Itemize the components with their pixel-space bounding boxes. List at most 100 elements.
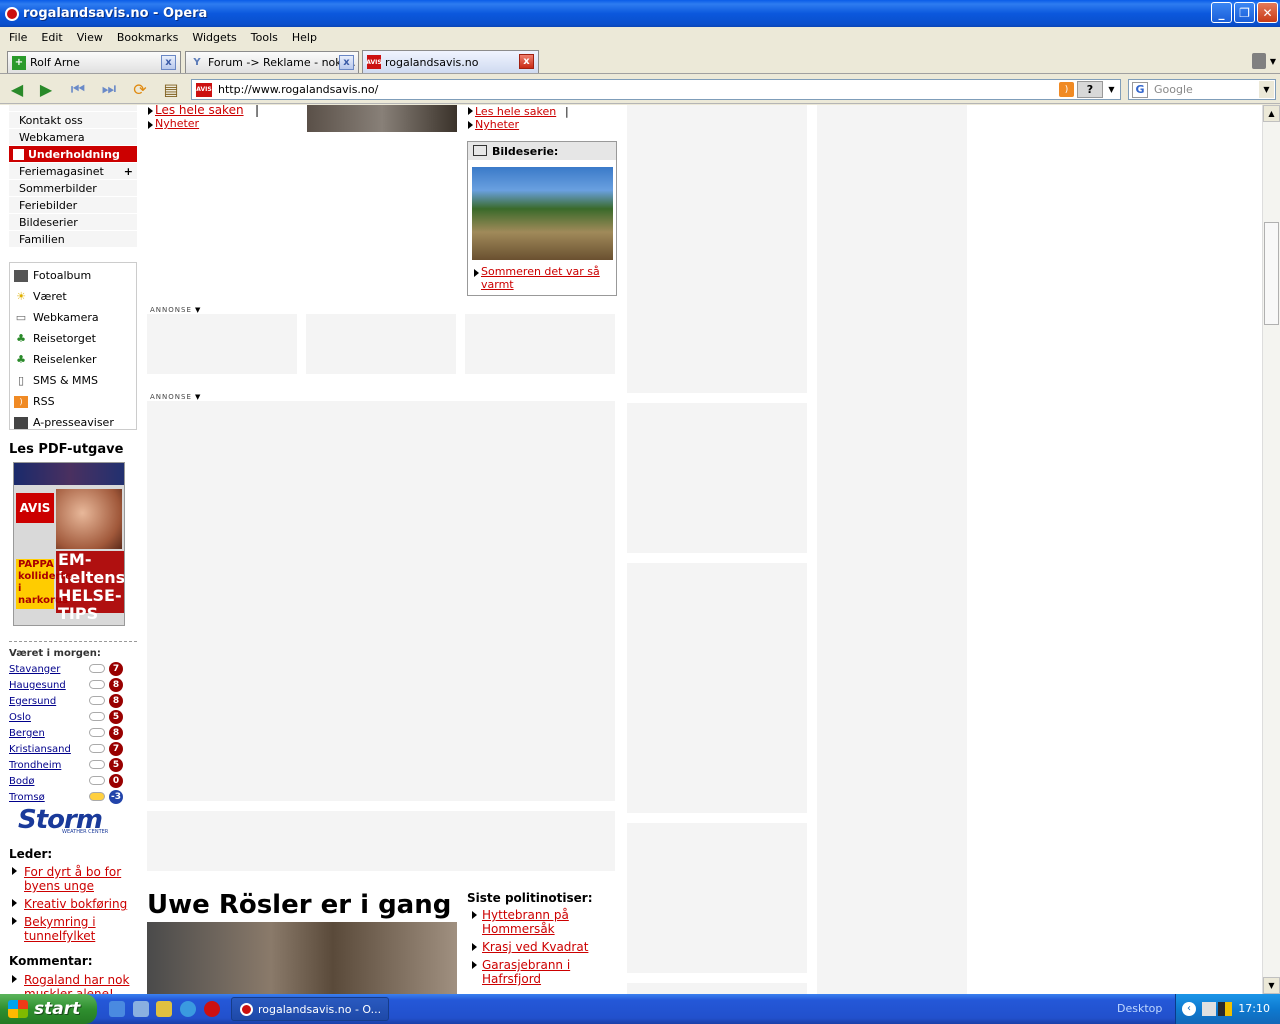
weather-city-link[interactable]: Stavanger xyxy=(9,664,60,675)
nav-item-feriebilder[interactable]: Feriebilder xyxy=(9,197,137,214)
scroll-up-icon[interactable]: ▲ xyxy=(1263,105,1280,122)
chevron-down-icon[interactable]: ▼ xyxy=(1270,57,1276,66)
weather-city-link[interactable]: Trondheim xyxy=(9,760,61,771)
nav-section-underholdning[interactable]: Underholdning xyxy=(9,146,137,163)
politi-link[interactable]: Garasjebrann i Hafrsfjord xyxy=(482,958,592,986)
ad-banner-large[interactable] xyxy=(147,401,615,801)
leder-link[interactable]: For dyrt å bo for byens unge xyxy=(24,865,134,893)
menu-bookmarks[interactable]: Bookmarks xyxy=(110,31,185,44)
security-icon[interactable] xyxy=(1218,1002,1232,1016)
opera-icon[interactable] xyxy=(204,1001,220,1017)
chevron-down-icon[interactable]: ▼ xyxy=(1104,81,1119,98)
tab-rogalandsavis[interactable]: AVIS rogalandsavis.no x xyxy=(362,50,539,73)
plus-icon[interactable]: + xyxy=(124,165,133,178)
minimize-button[interactable]: _ xyxy=(1211,2,1232,23)
right-ad-slot[interactable] xyxy=(627,823,807,973)
show-desktop-icon[interactable] xyxy=(109,1001,125,1017)
link-webkamera[interactable]: ▭ Webkamera xyxy=(10,307,136,328)
nav-item-bildeserier[interactable]: Bildeserier xyxy=(9,214,137,231)
weather-city-link[interactable]: Bergen xyxy=(9,728,45,739)
skyscraper-ad[interactable] xyxy=(817,105,967,994)
kommentar-link[interactable]: Rogaland har nok muskler alene! xyxy=(24,973,139,994)
les-hele-saken-link[interactable]: Les hele saken xyxy=(475,105,556,118)
politi-link[interactable]: Hyttebrann på Hommersåk xyxy=(482,908,602,936)
nav-item-sommerbilder[interactable]: Sommerbilder xyxy=(9,180,137,197)
menu-widgets[interactable]: Widgets xyxy=(185,31,243,44)
link-reisetorget[interactable]: ♣ Reisetorget xyxy=(10,328,136,349)
ad-slot[interactable] xyxy=(147,314,297,374)
les-hele-saken-link[interactable]: Les hele saken xyxy=(155,105,244,117)
close-button[interactable]: ✕ xyxy=(1257,2,1278,23)
weather-city-link[interactable]: Egersund xyxy=(9,696,56,707)
tab-rolf-arne[interactable]: + Rolf Arne x xyxy=(7,51,181,73)
pdf-cover-image[interactable]: AVIS EM-heltens HELSE-TIPS PAPPA kollide… xyxy=(13,462,125,626)
rss-icon[interactable]: ) xyxy=(1059,82,1074,97)
right-ad-slot[interactable] xyxy=(627,983,807,994)
right-ad-slot[interactable] xyxy=(627,563,807,813)
weather-city-link[interactable]: Tromsø xyxy=(9,792,45,803)
nav-item-kontakt[interactable]: Kontakt oss xyxy=(9,112,137,129)
maximize-button[interactable]: ❐ xyxy=(1234,2,1255,23)
start-button[interactable]: start xyxy=(0,994,97,1024)
chevron-down-icon[interactable]: ▼ xyxy=(195,393,200,401)
nav-item-familien[interactable]: Familien xyxy=(9,231,137,248)
address-input[interactable]: AVIS http://www.rogalandsavis.no/ xyxy=(191,79,1121,100)
menu-view[interactable]: View xyxy=(70,31,110,44)
chevron-left-icon[interactable]: ‹ xyxy=(1182,1002,1196,1016)
scroll-down-icon[interactable]: ▼ xyxy=(1263,977,1280,994)
network-icon[interactable] xyxy=(1202,1002,1216,1016)
bildeserie-link[interactable]: Sommeren det var så varmt xyxy=(481,265,615,291)
tab-forum[interactable]: Y Forum -> Reklame - nok ... x xyxy=(185,51,359,73)
leder-link[interactable]: Bekymring i tunnelfylket xyxy=(24,915,124,943)
reload-icon[interactable]: ⟳ xyxy=(129,79,151,99)
ad-slot[interactable] xyxy=(465,314,615,374)
menu-tools[interactable]: Tools xyxy=(244,31,285,44)
vertical-scrollbar[interactable]: ▲ ▼ xyxy=(1262,105,1280,994)
chevron-down-icon[interactable]: ▼ xyxy=(1259,81,1274,98)
notes-icon[interactable]: ▤ xyxy=(160,79,182,99)
nyheter-link[interactable]: Nyheter xyxy=(475,118,519,131)
link-rss[interactable]: ) RSS xyxy=(10,391,136,412)
forward-icon[interactable]: ▶ xyxy=(35,79,57,99)
leder-link[interactable]: Kreativ bokføring xyxy=(24,897,139,911)
desktop-toolbar-label[interactable]: Desktop xyxy=(1117,1002,1162,1015)
tab-close-icon[interactable]: x xyxy=(161,55,176,70)
link-reiselenker[interactable]: ♣ Reiselenker xyxy=(10,349,136,370)
ad-slot[interactable] xyxy=(306,314,456,374)
menu-help[interactable]: Help xyxy=(285,31,324,44)
link-fotoalbum[interactable]: Fotoalbum xyxy=(10,265,136,286)
link-sms-mms[interactable]: ▯ SMS & MMS xyxy=(10,370,136,391)
menu-file[interactable]: File xyxy=(2,31,34,44)
headline-photo[interactable] xyxy=(147,922,457,994)
nav-item-feriemagasinet[interactable]: Feriemagasinet + xyxy=(9,163,137,180)
nyheter-link[interactable]: Nyheter xyxy=(155,117,199,130)
menu-edit[interactable]: Edit xyxy=(34,31,69,44)
internet-explorer-icon[interactable] xyxy=(180,1001,196,1017)
weather-city-link[interactable]: Haugesund xyxy=(9,680,66,691)
explorer-icon[interactable] xyxy=(133,1001,149,1017)
tab-close-icon[interactable]: x xyxy=(339,55,354,70)
winamp-icon[interactable] xyxy=(156,1001,172,1017)
article-photo[interactable] xyxy=(307,105,457,132)
headline-link[interactable]: Uwe Rösler er i gang xyxy=(147,890,451,920)
rewind-icon[interactable]: ⏮ xyxy=(67,79,89,99)
chevron-down-icon[interactable]: ▼ xyxy=(195,306,200,314)
trash-icon[interactable] xyxy=(1252,53,1266,69)
back-icon[interactable]: ◀ xyxy=(6,79,28,99)
weather-city-link[interactable]: Bodø xyxy=(9,776,34,787)
tab-close-icon[interactable]: x xyxy=(519,54,534,69)
scroll-thumb[interactable] xyxy=(1264,222,1279,325)
link-a-presseaviser[interactable]: A-presseaviser xyxy=(10,412,136,433)
search-input[interactable]: G Google ▼ xyxy=(1128,79,1276,100)
weather-city-link[interactable]: Oslo xyxy=(9,712,31,723)
right-ad-slot[interactable] xyxy=(627,403,807,553)
politi-link[interactable]: Krasj ved Kvadrat xyxy=(482,940,612,954)
taskbar-opera-button[interactable]: rogalandsavis.no - O... xyxy=(231,997,389,1021)
link-vaeret[interactable]: ☀ Været xyxy=(10,286,136,307)
ad-banner[interactable] xyxy=(147,811,615,871)
weather-city-link[interactable]: Kristiansand xyxy=(9,744,71,755)
right-ad-slot[interactable] xyxy=(627,105,807,393)
fast-forward-icon[interactable]: ⏭ xyxy=(98,79,120,99)
bildeserie-photo[interactable] xyxy=(472,167,613,260)
help-button[interactable]: ? xyxy=(1077,81,1103,98)
